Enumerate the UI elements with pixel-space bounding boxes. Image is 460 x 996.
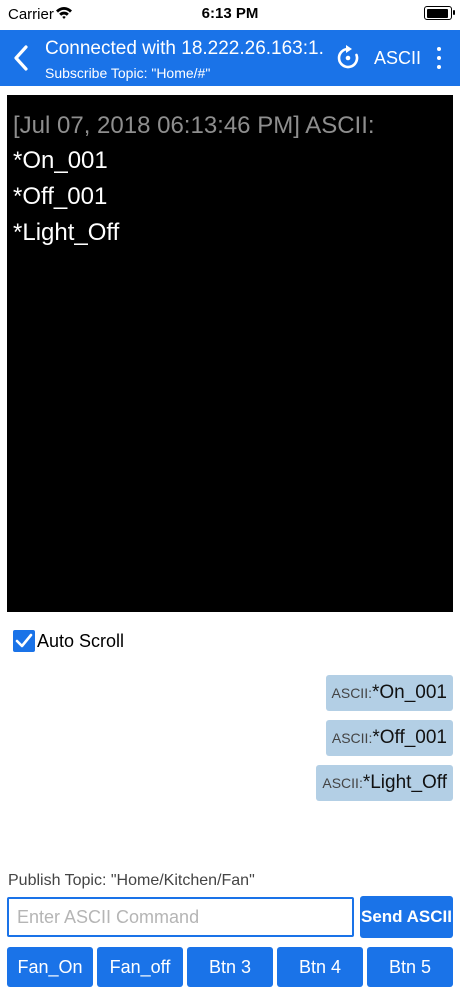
fan-on-button[interactable]: Fan_On bbox=[7, 947, 93, 987]
history-command: *On_001 bbox=[371, 682, 447, 703]
log-line: *Off_001 bbox=[13, 183, 108, 210]
status-time: 6:13 PM bbox=[201, 5, 259, 22]
refresh-icon[interactable] bbox=[336, 44, 360, 72]
checkmark-icon bbox=[15, 633, 33, 648]
ascii-mode-button[interactable]: ASCII bbox=[374, 48, 421, 69]
subscribe-topic: Subscribe Topic: "Home/#" bbox=[45, 65, 211, 81]
battery-icon bbox=[424, 6, 455, 20]
history-prefix: ASCII: bbox=[331, 685, 372, 701]
command-history: ASCII: *On_001 ASCII: *Off_001 ASCII: *L… bbox=[316, 675, 453, 810]
terminal-output[interactable]: [Jul 07, 2018 06:13:46 PM] ASCII: *On_00… bbox=[7, 95, 453, 612]
send-ascii-button[interactable]: Send ASCII bbox=[360, 896, 453, 938]
log-timestamp-header: [Jul 07, 2018 06:13:46 PM] ASCII: bbox=[13, 112, 375, 139]
status-bar: Carrier 6:13 PM bbox=[0, 0, 460, 30]
history-command: *Off_001 bbox=[372, 727, 447, 748]
history-item[interactable]: ASCII: *On_001 bbox=[325, 675, 453, 711]
history-item[interactable]: ASCII: *Light_Off bbox=[316, 765, 453, 801]
history-command: *Light_Off bbox=[362, 772, 447, 793]
quick-command-buttons: Fan_On Fan_off Btn 3 Btn 4 Btn 5 bbox=[7, 947, 453, 987]
history-prefix: ASCII: bbox=[322, 775, 363, 791]
log-line: *Light_Off bbox=[13, 219, 120, 246]
btn-3-button[interactable]: Btn 3 bbox=[187, 947, 273, 987]
nav-bar: Connected with 18.222.26.163:1... Subscr… bbox=[0, 30, 460, 86]
connection-title: Connected with 18.222.26.163:1... bbox=[45, 38, 325, 59]
more-vertical-icon[interactable] bbox=[431, 44, 447, 72]
auto-scroll-toggle[interactable]: Auto Scroll bbox=[13, 629, 124, 653]
publish-topic-label: Publish Topic: "Home/Kitchen/Fan" bbox=[8, 872, 255, 889]
history-prefix: ASCII: bbox=[331, 730, 373, 746]
chevron-left-icon[interactable] bbox=[10, 42, 34, 74]
ascii-command-input[interactable] bbox=[7, 897, 354, 937]
btn-5-button[interactable]: Btn 5 bbox=[367, 947, 453, 987]
auto-scroll-label: Auto Scroll bbox=[37, 630, 125, 651]
fan-off-button[interactable]: Fan_off bbox=[97, 947, 183, 987]
log-line: *On_001 bbox=[13, 147, 108, 174]
history-item[interactable]: ASCII: *Off_001 bbox=[325, 720, 453, 756]
btn-4-button[interactable]: Btn 4 bbox=[277, 947, 363, 987]
auto-scroll-checkbox[interactable] bbox=[13, 630, 35, 652]
